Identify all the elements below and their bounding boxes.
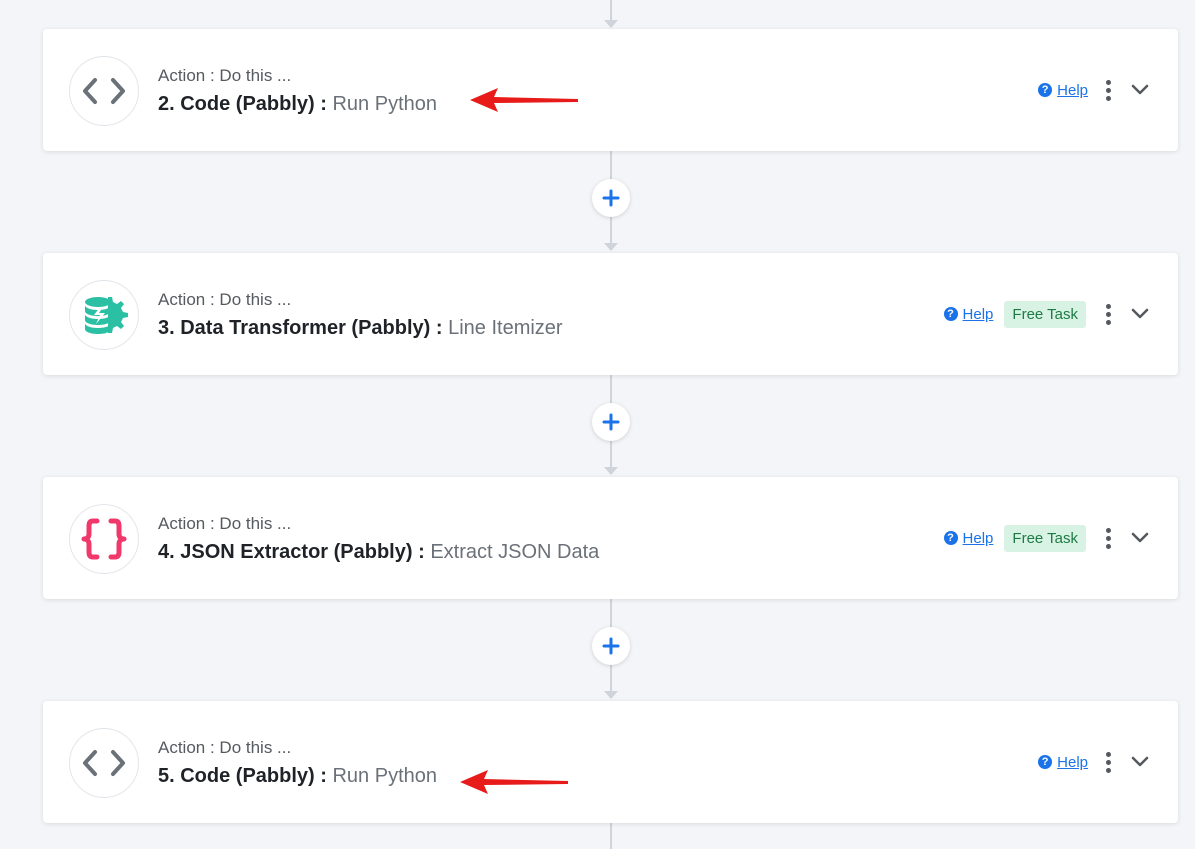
help-link[interactable]: ? Help: [1038, 82, 1088, 99]
chevron-down-icon[interactable]: [1130, 752, 1150, 772]
step-title: 5. Code (Pabbly) : Run Python: [158, 764, 437, 788]
chevron-down-icon[interactable]: [1130, 80, 1150, 100]
workflow-step-card[interactable]: Action : Do this ... 4. JSON Extractor (…: [43, 477, 1178, 599]
step-subtitle: Action : Do this ...: [158, 514, 292, 533]
more-options-icon[interactable]: [1098, 751, 1118, 773]
step-app-name: 5. Code (Pabbly): [158, 765, 315, 787]
help-label: Help: [962, 529, 994, 547]
plus-icon: [602, 413, 620, 431]
question-circle-icon: ?: [943, 531, 958, 545]
free-task-badge: Free Task: [1004, 524, 1086, 552]
json-braces-icon: [69, 504, 139, 574]
step-action-name: Extract JSON Data: [430, 541, 600, 563]
flow-arrowhead: [604, 20, 618, 28]
free-task-badge: Free Task: [1004, 300, 1086, 328]
code-brackets-icon: [69, 56, 139, 126]
flow-connector: [610, 823, 612, 849]
question-circle-icon: ?: [1038, 755, 1053, 769]
help-link[interactable]: ? Help: [943, 529, 994, 547]
workflow-step-card[interactable]: Action : Do this ... 3. Data Transformer…: [43, 253, 1178, 375]
title-separator: :: [314, 93, 333, 115]
help-link[interactable]: ? Help: [943, 305, 994, 323]
step-subtitle: Action : Do this ...: [158, 738, 292, 757]
step-action-name: Run Python: [332, 93, 437, 115]
question-circle-icon: ?: [943, 307, 958, 321]
step-app-name: 2. Code (Pabbly): [158, 93, 315, 115]
question-circle-icon: ?: [1038, 83, 1053, 97]
annotation-arrow-icon: [470, 88, 578, 112]
plus-icon: [602, 637, 620, 655]
workflow-step-card[interactable]: Action : Do this ... 5. Code (Pabbly) : …: [43, 701, 1178, 823]
more-options-icon[interactable]: [1098, 303, 1118, 325]
step-action-name: Run Python: [332, 765, 437, 787]
more-options-icon[interactable]: [1098, 79, 1118, 101]
step-subtitle: Action : Do this ...: [158, 290, 292, 309]
data-transformer-icon: [69, 280, 139, 350]
step-title: 3. Data Transformer (Pabbly) : Line Item…: [158, 316, 563, 340]
step-app-name: 4. JSON Extractor (Pabbly): [158, 541, 413, 563]
step-action-name: Line Itemizer: [448, 317, 563, 339]
workflow-step-card[interactable]: Action : Do this ... 2. Code (Pabbly) : …: [43, 29, 1178, 151]
flow-arrowhead: [604, 691, 618, 699]
add-step-button[interactable]: [592, 627, 630, 665]
more-options-icon[interactable]: [1098, 527, 1118, 549]
flow-connector: [610, 0, 612, 20]
title-separator: :: [430, 317, 449, 339]
flow-arrowhead: [604, 467, 618, 475]
help-label: Help: [962, 305, 994, 323]
help-label: Help: [1057, 753, 1088, 771]
help-label: Help: [1057, 81, 1088, 99]
code-brackets-icon: [69, 728, 139, 798]
chevron-down-icon[interactable]: [1130, 528, 1150, 548]
step-subtitle: Action : Do this ...: [158, 66, 292, 85]
chevron-down-icon[interactable]: [1130, 304, 1150, 324]
flow-arrowhead: [604, 243, 618, 251]
step-title: 2. Code (Pabbly) : Run Python: [158, 92, 437, 116]
title-separator: :: [412, 541, 431, 563]
step-title: 4. JSON Extractor (Pabbly) : Extract JSO…: [158, 540, 599, 564]
help-link[interactable]: ? Help: [1038, 754, 1088, 771]
annotation-arrow-icon: [460, 770, 568, 794]
title-separator: :: [314, 765, 333, 787]
add-step-button[interactable]: [592, 179, 630, 217]
plus-icon: [602, 189, 620, 207]
add-step-button[interactable]: [592, 403, 630, 441]
step-app-name: 3. Data Transformer (Pabbly): [158, 317, 431, 339]
